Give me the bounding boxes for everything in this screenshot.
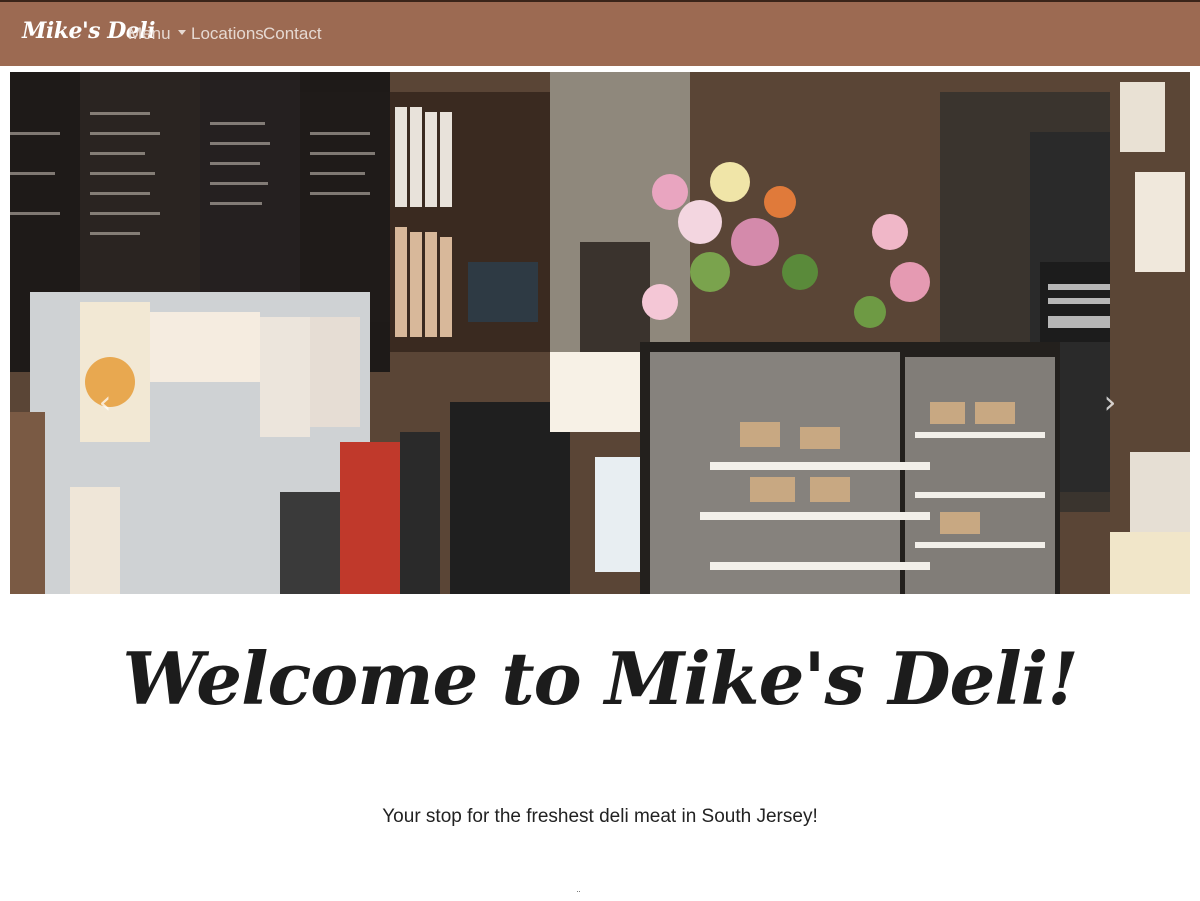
carousel-next-button[interactable]: ›	[1095, 377, 1125, 427]
nav-contact-link[interactable]: Contact	[263, 24, 322, 44]
hero-carousel: ‹ ›	[10, 72, 1190, 594]
page-title: Welcome to Mike's Deli!	[122, 636, 1078, 721]
carousel-prev-button[interactable]: ‹	[90, 377, 120, 427]
nav-locations-link[interactable]: Locations	[191, 24, 264, 44]
tagline: Your stop for the freshest deli meat in …	[382, 806, 818, 827]
scroll-indicator-icon: ¨	[577, 890, 581, 901]
caret-down-icon	[177, 30, 186, 36]
cafe-counter-photo	[10, 72, 1190, 594]
nav-menu-dropdown[interactable]: Menu	[128, 24, 186, 44]
navbar: Mike's Deli Menu Locations Contact	[0, 0, 1200, 66]
nav-menu-label: Menu	[128, 24, 171, 43]
